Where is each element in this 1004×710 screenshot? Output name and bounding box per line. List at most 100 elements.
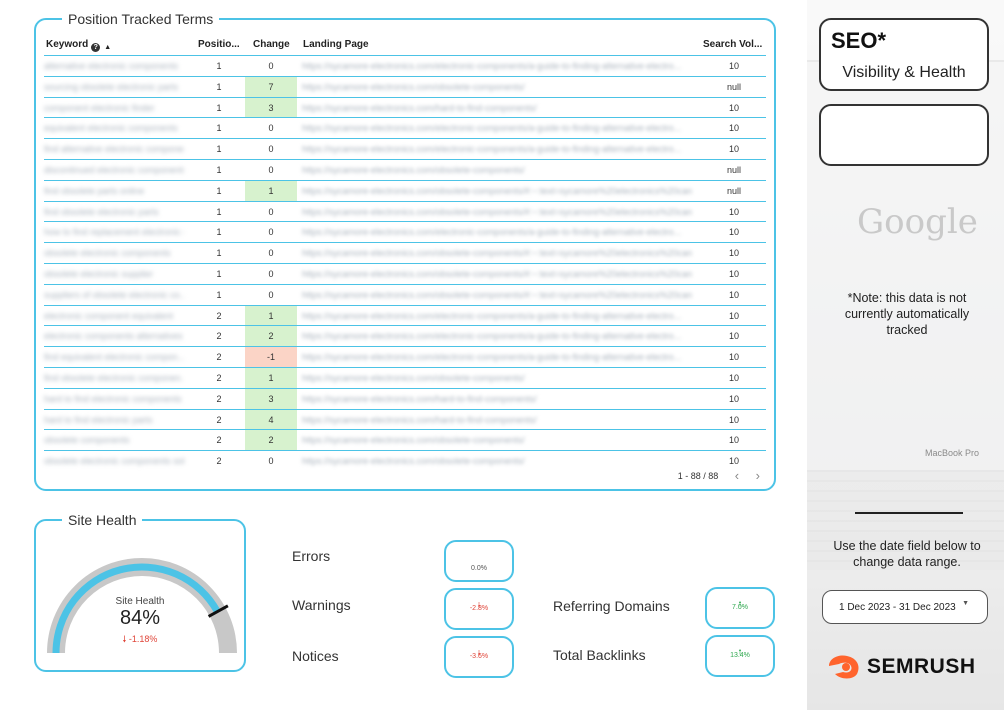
landing-page-cell[interactable]: https://sycamore-electronics.com/obsolet… [302, 243, 692, 263]
tracking-note: *Note: this data is not currently automa… [844, 291, 970, 337]
table-row[interactable]: obsolete electronic supplier 1 0 https://sy… [44, 262, 766, 284]
change-cell: 0 [268, 248, 274, 259]
table-row[interactable]: alternative electronic components 1 0 https… [44, 55, 766, 76]
brand-name: SEMRUSH [867, 655, 976, 678]
table-row[interactable]: obsolete electronic components sol... 2 0 h… [44, 450, 766, 471]
search-volume-cell: 10 [728, 331, 739, 342]
keyword-cell: sourcing obsolete electronic parts [44, 81, 179, 92]
landing-page-cell[interactable]: https://sycamore-electronics.com/obsolet… [302, 264, 692, 284]
sort-asc-icon: ▲ [104, 44, 112, 51]
search-volume-cell: 10 [728, 372, 739, 383]
keyword-cell: suppliers of obsolete electronic co... [44, 289, 184, 300]
change-cell: 0 [268, 61, 274, 71]
table-row[interactable]: hard to find electronic components 2 3 http… [44, 387, 766, 409]
landing-page-cell[interactable]: https://sycamore-electronics.com/obsolet… [302, 451, 692, 471]
landing-page-cell[interactable]: https://sycamore-electronics.com/electro… [302, 222, 692, 242]
table-row[interactable]: obsolete components 2 2 https://sycamore-el… [44, 429, 766, 451]
table-row[interactable]: hard to find electronic parts 2 4 https://s… [44, 408, 766, 430]
pagination-range: 1 - 88 / 88 [677, 471, 719, 481]
position-cell: 1 [216, 81, 222, 92]
table-row[interactable]: electronic components alternatives 2 2 http… [44, 325, 766, 347]
change-cell: 0 [268, 268, 274, 279]
table-row[interactable]: find obsolete parts online 1 1 https://syca… [44, 179, 766, 201]
blank-card [819, 104, 989, 166]
prev-page-icon[interactable]: ‹ [735, 468, 739, 483]
landing-page-column-header[interactable]: Landing Page [303, 39, 369, 50]
keyword-cell: find obsolete electronic componen... [44, 372, 184, 383]
notices-label: Notices [292, 648, 339, 664]
search-volume-cell: 10 [728, 414, 739, 425]
table-row[interactable]: find obsolete electronic parts 1 0 https://… [44, 200, 766, 222]
panel-title: Position Tracked Terms [62, 10, 220, 28]
table-row[interactable]: discontinued electronic components 1 0 http… [44, 158, 766, 180]
landing-page-cell[interactable]: https://sycamore-electronics.com/obsolet… [302, 430, 692, 450]
change-cell: 0 [268, 206, 274, 217]
position-cell: 1 [216, 185, 222, 196]
landing-page-cell[interactable]: https://sycamore-electronics.com/electro… [302, 139, 692, 159]
search-volume-cell: 10 [728, 268, 739, 279]
keyword-cell: discontinued electronic components [44, 164, 184, 175]
landing-page-cell[interactable]: https://sycamore-electronics.com/obsolet… [302, 77, 692, 97]
change-cell: 1 [245, 180, 297, 201]
landing-page-cell[interactable]: https://sycamore-electronics.com/obsolet… [302, 368, 692, 388]
search-volume-cell: 10 [728, 435, 739, 446]
table-body: alternative electronic components 1 0 https… [44, 55, 766, 471]
search-volume-cell: null [726, 164, 741, 175]
table-header: Keyword? ▲ Positio... Change Landing Page… [44, 36, 766, 56]
landing-page-cell[interactable]: https://sycamore-electronics.com/obsolet… [302, 181, 692, 201]
warnings-card: 🠗 -2.8% [444, 588, 514, 630]
table-row[interactable]: component electronic finder 1 3 https://syc… [44, 96, 766, 118]
keyword-cell: obsolete electronic components [44, 248, 171, 259]
table-row[interactable]: find equivalent electronic compon... 2 -1 h… [44, 346, 766, 368]
search-volume-cell: 10 [728, 393, 739, 404]
search-volume-cell: 10 [728, 102, 739, 113]
landing-page-cell[interactable]: https://sycamore-electronics.com/obsolet… [302, 202, 692, 222]
macbook-label: MacBook Pro [925, 448, 980, 458]
landing-page-cell[interactable]: https://sycamore-electronics.com/hard-to… [302, 410, 692, 430]
report-subtitle: Visibility & Health [842, 64, 966, 81]
landing-page-cell[interactable]: https://sycamore-electronics.com/obsolet… [302, 160, 692, 180]
date-range-value: 1 Dec 2023 - 31 Dec 2023 [839, 602, 956, 613]
landing-page-cell[interactable]: https://sycamore-electronics.com/electro… [302, 347, 692, 367]
change-cell: 0 [268, 289, 274, 300]
change-cell: 0 [268, 123, 274, 134]
landing-page-cell[interactable]: https://sycamore-electronics.com/electro… [302, 326, 692, 346]
pagination: 1 - 88 / 88 ‹ › [678, 468, 760, 483]
change-column-header[interactable]: Change [253, 39, 290, 50]
table-row[interactable]: electronic component equivalent 2 1 https:/… [44, 304, 766, 326]
keyword-cell: find equivalent electronic compon... [44, 352, 184, 363]
position-cell: 2 [216, 310, 222, 321]
change-cell: 0 [268, 456, 274, 467]
keyword-column-header[interactable]: Keyword? ▲ [46, 39, 112, 52]
landing-page-cell[interactable]: https://sycamore-electronics.com/electro… [302, 118, 692, 138]
keyword-cell: electronic component equivalent [44, 310, 174, 321]
landing-page-cell[interactable]: https://sycamore-electronics.com/obsolet… [302, 285, 692, 305]
position-cell: 2 [216, 414, 222, 425]
table-row[interactable]: equivalent electronic components 1 0 https:… [44, 117, 766, 138]
errors-card: 0.0% [444, 540, 514, 582]
referring-domains-card: 🠕 7.0% [705, 587, 775, 629]
google-background-logo: Google [857, 202, 978, 242]
table-row[interactable]: sourcing obsolete electronic parts 1 7 http… [44, 75, 766, 97]
table-row[interactable]: how to find replacement electronic c... 1… [44, 221, 766, 242]
referring-domains-label: Referring Domains [553, 598, 670, 614]
landing-page-cell[interactable]: https://sycamore-electronics.com/hard-to… [302, 389, 692, 409]
position-column-header[interactable]: Positio... [198, 39, 240, 50]
info-icon[interactable]: ? [91, 43, 101, 52]
search-volume-column-header[interactable]: Search Vol... [703, 39, 762, 50]
table-row[interactable]: find alternative electronic components 1 0… [44, 138, 766, 159]
date-range-picker[interactable]: 1 Dec 2023 - 31 Dec 2023 ▼ [822, 590, 988, 624]
landing-page-cell[interactable]: https://sycamore-electronics.com/hard-to… [302, 98, 692, 118]
position-cell: 1 [216, 289, 222, 300]
divider [855, 512, 963, 514]
table-row[interactable]: obsolete electronic components 1 0 https://… [44, 242, 766, 263]
next-page-icon[interactable]: › [756, 468, 760, 483]
search-volume-cell: null [726, 185, 741, 196]
landing-page-cell[interactable]: https://sycamore-electronics.com/electro… [302, 306, 692, 326]
landing-page-cell[interactable]: https://sycamore-electronics.com/electro… [302, 56, 692, 76]
position-cell: 2 [216, 372, 222, 383]
keyword-header-label: Keyword [46, 39, 89, 50]
table-row[interactable]: find obsolete electronic componen... 2 1 ht… [44, 366, 766, 388]
table-row[interactable]: suppliers of obsolete electronic co... 1 0… [44, 283, 766, 305]
keyword-cell: component electronic finder [44, 102, 155, 113]
